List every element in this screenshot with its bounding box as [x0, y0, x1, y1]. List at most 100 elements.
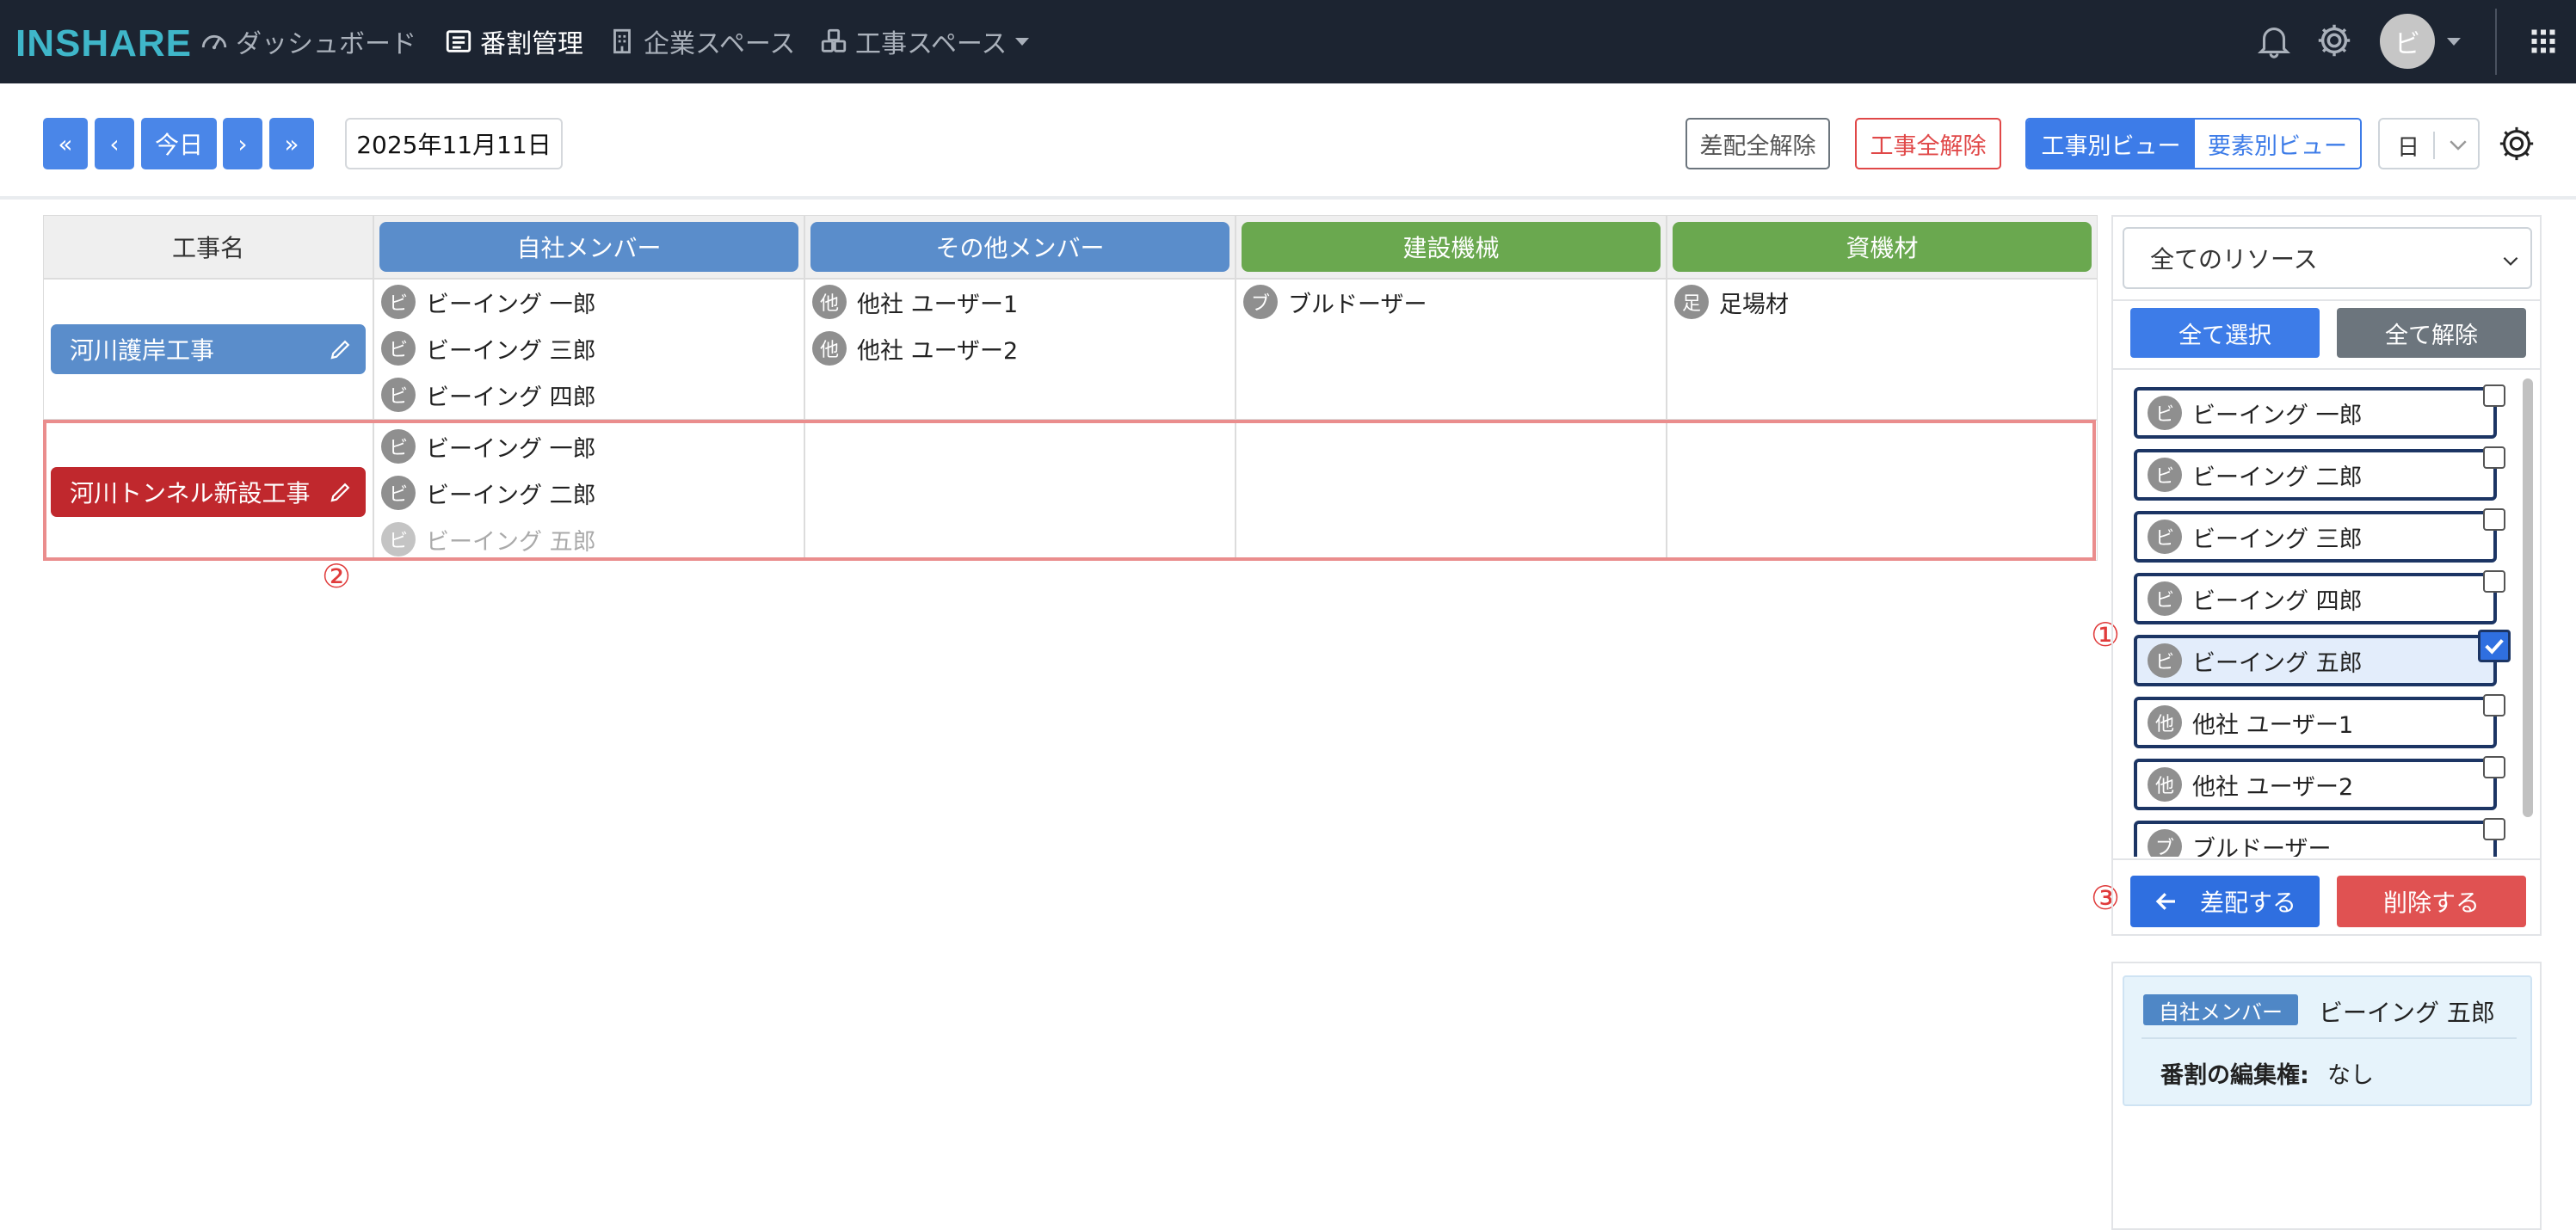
resource-cell[interactable] [804, 420, 1236, 561]
deselect-all-button[interactable]: 全て解除 [2337, 308, 2526, 358]
column-pill-materials[interactable]: 資機材 [1673, 222, 2092, 272]
chevron-down-icon[interactable] [2447, 38, 2461, 46]
nav-company-space[interactable]: 企業スペース [607, 22, 795, 60]
checkbox[interactable] [2483, 570, 2505, 593]
table-row: 河川トンネル新設工事 ビビーイング 一郎 ビビーイング 二郎 ビビーイング 五郎 [43, 420, 2098, 561]
resource-name: ビーイング 一郎 [426, 291, 596, 318]
resource-name: ブルドーザー [1288, 291, 1427, 318]
resource-item[interactable]: ブブルドーザー [1243, 283, 1427, 321]
resource-badge: 他 [2148, 705, 2182, 740]
list-item[interactable]: ビビーイング 一郎 [2134, 384, 2505, 439]
first-button[interactable]: « [43, 118, 88, 169]
delete-button[interactable]: 削除する [2337, 876, 2526, 927]
column-pill-other-members[interactable]: その他メンバー [810, 222, 1229, 272]
project-button-river-tunnel[interactable]: 河川トンネル新設工事 [51, 467, 366, 517]
resource-badge: ビ [2148, 643, 2182, 678]
resource-cell[interactable]: 足足場材 [1667, 279, 2098, 420]
app-logo[interactable]: INSHARE [15, 22, 192, 65]
scrollbar[interactable] [2523, 378, 2533, 817]
checkbox[interactable] [2483, 818, 2505, 840]
resource-badge: ブ [1243, 285, 1278, 319]
checkbox[interactable] [2483, 694, 2505, 716]
project-button-river-bank[interactable]: 河川護岸工事 [51, 324, 366, 374]
resource-item[interactable]: ビビーイング 四郎 [381, 376, 596, 414]
apps-grid-icon[interactable] [2528, 26, 2559, 57]
clear-assignment-button[interactable]: 差配全解除 [1685, 118, 1830, 169]
list-item-selected[interactable]: ビビーイング 五郎 [2134, 630, 2511, 686]
clear-project-button[interactable]: 工事全解除 [1855, 118, 2001, 169]
column-header-machinery: 建設機械 [1236, 215, 1667, 279]
list-item[interactable]: ビビーイング 二郎 [2134, 446, 2505, 501]
column-pill-machinery[interactable]: 建設機械 [1242, 222, 1661, 272]
resource-cell[interactable]: 他他社 ユーザー1 他他社 ユーザー2 [804, 279, 1236, 420]
list-item[interactable]: 他他社 ユーザー1 [2134, 694, 2505, 748]
element-view-button[interactable]: 要素別ビュー [2195, 120, 2360, 168]
settings-gear-icon[interactable] [2497, 124, 2536, 163]
nav-assignment[interactable]: 番割管理 [444, 22, 583, 60]
edit-permission-label: 番割の編集権: [2160, 1062, 2309, 1089]
resource-cell[interactable]: ビビーイング 一郎 ビビーイング 三郎 ビビーイング 四郎 [373, 279, 804, 420]
nav-project-space-dropdown[interactable]: 工事スペース [819, 22, 1030, 60]
checkbox[interactable] [2483, 756, 2505, 778]
resource-cell[interactable] [1667, 420, 2098, 561]
date-input[interactable]: 2025年11月11日 [345, 118, 563, 169]
resource-cell[interactable]: ブブルドーザー [1236, 279, 1667, 420]
resource-item[interactable]: ビビーイング 二郎 [381, 474, 596, 512]
select-all-button[interactable]: 全て選択 [2130, 308, 2320, 358]
project-cell: 河川トンネル新設工事 [43, 420, 373, 561]
view-toggle: 工事別ビュー 要素別ビュー [2025, 118, 2362, 169]
list-item[interactable]: ブブルドーザー [2134, 818, 2505, 857]
checkbox-checked[interactable] [2478, 630, 2511, 662]
resource-item[interactable]: 足足場材 [1674, 283, 1789, 321]
resource-name: ビーイング 二郎 [426, 482, 596, 509]
column-pill-own-members[interactable]: 自社メンバー [379, 222, 798, 272]
resource-cell[interactable] [1236, 420, 1667, 561]
chevron-down-icon [2450, 140, 2467, 151]
resource-item[interactable]: ビビーイング 一郎 [381, 427, 596, 465]
resource-item[interactable]: ビビーイング 一郎 [381, 283, 596, 321]
list-item[interactable]: ビビーイング 三郎 [2134, 508, 2505, 563]
resource-list: ビビーイング 一郎 ビビーイング 二郎 ビビーイング 三郎 ビビーイング 四郎 … [2113, 370, 2540, 857]
list-item-name: 他社 ユーザー1 [2192, 711, 2354, 739]
prev-button[interactable]: ‹ [95, 118, 134, 169]
column-header-materials: 資機材 [1667, 215, 2098, 279]
pencil-icon[interactable] [328, 479, 354, 505]
resource-cell[interactable]: ビビーイング 一郎 ビビーイング 二郎 ビビーイング 五郎 [373, 420, 804, 561]
resource-item[interactable]: ビビーイング 三郎 [381, 329, 596, 367]
pencil-icon[interactable] [328, 336, 354, 362]
resource-item-pending[interactable]: ビビーイング 五郎 [381, 520, 596, 558]
resource-badge: ブ [2148, 829, 2182, 857]
nav-company-space-label: 企業スペース [644, 29, 796, 59]
resource-name: 他社 ユーザー1 [857, 291, 1019, 318]
edit-permission-value: なし [2327, 1062, 2374, 1089]
user-avatar[interactable]: ビ [2380, 14, 2435, 69]
list-item[interactable]: 他他社 ユーザー2 [2134, 756, 2505, 810]
assign-button[interactable]: 差配する [2130, 876, 2320, 927]
resource-item[interactable]: 他他社 ユーザー1 [812, 283, 1018, 321]
nav-dashboard-label: ダッシュボード [236, 29, 416, 59]
resource-name: ビーイング 一郎 [426, 435, 596, 463]
next-button[interactable]: › [223, 118, 262, 169]
gear-icon[interactable] [2314, 21, 2354, 60]
resource-filter-select[interactable]: 全てのリソース [2123, 227, 2532, 289]
list-item[interactable]: ビビーイング 四郎 [2134, 570, 2505, 624]
last-button[interactable]: » [269, 118, 314, 169]
checkbox[interactable] [2483, 446, 2505, 469]
nav-dashboard[interactable]: ダッシュボード [200, 22, 416, 60]
unit-select[interactable]: 日 [2378, 118, 2480, 169]
bell-icon[interactable] [2254, 21, 2294, 60]
checkbox[interactable] [2483, 508, 2505, 531]
table-row: 河川護岸工事 ビビーイング 一郎 ビビーイング 三郎 ビビーイング 四郎 他他社… [43, 279, 2098, 420]
dashboard-icon [201, 34, 227, 50]
nav-divider [2495, 9, 2497, 75]
checkbox[interactable] [2483, 384, 2505, 407]
resource-badge: ビ [381, 285, 416, 319]
today-button[interactable]: 今日 [141, 118, 217, 169]
resource-item[interactable]: 他他社 ユーザー2 [812, 329, 1018, 367]
resource-badge: ビ [381, 522, 416, 557]
resource-badge: ビ [2148, 458, 2182, 492]
list-item-name: 他社 ユーザー2 [2192, 773, 2354, 801]
resource-badge: ビ [381, 476, 416, 510]
detail-resource-name: ビーイング 五郎 [2319, 999, 2495, 1027]
project-view-button[interactable]: 工事別ビュー [2027, 120, 2195, 168]
